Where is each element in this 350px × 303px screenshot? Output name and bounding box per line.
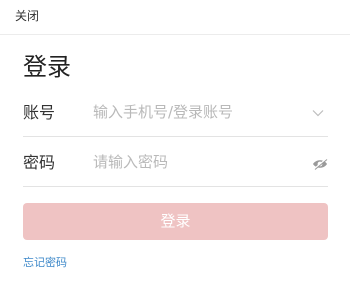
eye-icon[interactable] xyxy=(312,155,328,170)
account-input[interactable] xyxy=(93,98,293,126)
chevron-down-icon[interactable] xyxy=(312,104,324,117)
password-input[interactable] xyxy=(93,148,293,176)
top-bar: 关闭 xyxy=(0,0,350,35)
password-row: 密码 xyxy=(23,136,328,187)
page-title: 登录 xyxy=(23,53,71,81)
close-button[interactable]: 关闭 xyxy=(15,9,39,23)
account-row: 账号 xyxy=(23,86,328,137)
forgot-password-link[interactable]: 忘记密码 xyxy=(23,256,67,269)
password-label: 密码 xyxy=(23,153,56,172)
account-label: 账号 xyxy=(23,103,56,122)
login-button[interactable]: 登录 xyxy=(23,203,328,240)
